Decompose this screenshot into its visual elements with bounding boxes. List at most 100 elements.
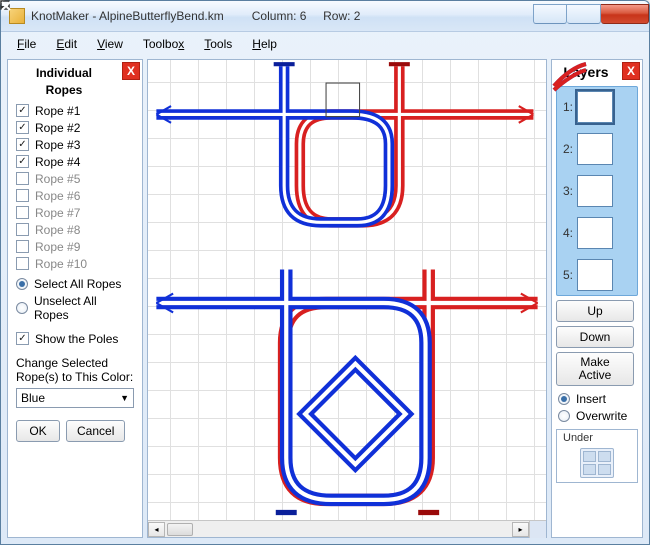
rope-checkbox[interactable]: Rope #10 bbox=[16, 257, 134, 271]
select-all-label: Select All Ropes bbox=[34, 277, 121, 291]
unselect-all-ropes-radio[interactable]: Unselect All Ropes bbox=[16, 294, 134, 322]
rope-label: Rope #3 bbox=[35, 138, 80, 152]
change-color-label: Change SelectedRope(s) to This Color: bbox=[16, 356, 134, 385]
menu-toolbox[interactable]: Toolbox bbox=[135, 35, 192, 53]
layer-row[interactable]: 1: bbox=[561, 91, 633, 123]
layer-thumbnail[interactable] bbox=[577, 175, 613, 207]
layer-row[interactable]: 5: bbox=[561, 259, 633, 291]
maximize-button[interactable] bbox=[567, 4, 601, 24]
scroll-right-button[interactable]: ▸ bbox=[512, 522, 529, 537]
menu-tools[interactable]: Tools bbox=[196, 35, 240, 53]
under-quad-br[interactable] bbox=[598, 464, 611, 475]
ropes-panel-title: IndividualRopes bbox=[8, 60, 120, 100]
checkbox-icon bbox=[16, 138, 29, 151]
radio-dot-icon bbox=[558, 410, 570, 422]
rope-checkbox[interactable]: Rope #9 bbox=[16, 240, 134, 254]
rope-checkbox[interactable]: Rope #4 bbox=[16, 155, 134, 169]
overwrite-radio[interactable]: Overwrite bbox=[558, 409, 636, 423]
rope-label: Rope #6 bbox=[35, 189, 80, 203]
rope-checkbox[interactable]: Rope #8 bbox=[16, 223, 134, 237]
ok-button[interactable]: OK bbox=[16, 420, 60, 442]
checkbox-icon bbox=[16, 257, 29, 270]
layers-panel-close-button[interactable]: X bbox=[622, 62, 640, 80]
rope-label: Rope #5 bbox=[35, 172, 80, 186]
layer-thumbnail[interactable] bbox=[577, 259, 613, 291]
window-title: KnotMaker - AlpineButterflyBend.km bbox=[31, 9, 224, 23]
radio-dot-icon bbox=[16, 302, 28, 314]
layer-row[interactable]: 2: bbox=[561, 133, 633, 165]
layer-thumbnail[interactable] bbox=[577, 133, 613, 165]
radio-dot-icon bbox=[16, 278, 28, 290]
layer-row[interactable]: 4: bbox=[561, 217, 633, 249]
menu-file[interactable]: File bbox=[9, 35, 44, 53]
checkbox-icon bbox=[16, 240, 29, 253]
menu-edit[interactable]: Edit bbox=[48, 35, 85, 53]
drawing-canvas-panel: ◂ ▸ bbox=[147, 59, 547, 538]
unselect-all-label: Unselect All Ropes bbox=[34, 294, 134, 322]
layer-index-label: 5: bbox=[561, 268, 573, 282]
checkbox-icon bbox=[16, 189, 29, 202]
menu-file-label: ile bbox=[24, 37, 36, 51]
select-all-ropes-radio[interactable]: Select All Ropes bbox=[16, 277, 134, 291]
rope-color-dropdown[interactable]: Blue ▼ bbox=[16, 388, 134, 408]
ropes-panel-close-button[interactable]: X bbox=[122, 62, 140, 80]
rope-label: Rope #4 bbox=[35, 155, 80, 169]
app-window: KnotMaker - AlpineButterflyBend.km Colum… bbox=[0, 0, 650, 545]
under-group: Under bbox=[556, 429, 638, 483]
rope-label: Rope #10 bbox=[35, 257, 87, 271]
layer-make-active-button[interactable]: MakeActive bbox=[556, 352, 634, 386]
under-group-label: Under bbox=[561, 432, 595, 444]
checkbox-icon bbox=[16, 172, 29, 185]
layer-index-label: 2: bbox=[561, 142, 573, 156]
layer-index-label: 1: bbox=[561, 100, 573, 114]
rope-checkbox[interactable]: Rope #3 bbox=[16, 138, 134, 152]
rope-label: Rope #1 bbox=[35, 104, 80, 118]
select-all-radio-group: Select All Ropes Unselect All Ropes bbox=[8, 271, 142, 322]
checkbox-icon bbox=[16, 223, 29, 236]
layer-move-up-button[interactable]: Up bbox=[556, 300, 634, 322]
checkbox-icon bbox=[16, 206, 29, 219]
menu-help-label: elp bbox=[261, 37, 277, 51]
menu-view-label: iew bbox=[105, 37, 123, 51]
drawing-canvas[interactable] bbox=[148, 60, 546, 520]
rope-checkbox[interactable]: Rope #2 bbox=[16, 121, 134, 135]
under-quad-tr[interactable] bbox=[598, 451, 611, 462]
menu-view[interactable]: View bbox=[89, 35, 131, 53]
show-poles-checkbox[interactable]: Show the Poles bbox=[16, 332, 134, 346]
rope-checkbox[interactable]: Rope #1 bbox=[16, 104, 134, 118]
cursor-position-status: Column: 6 Row: 2 bbox=[252, 9, 361, 23]
titlebar[interactable]: KnotMaker - AlpineButterflyBend.km Colum… bbox=[1, 1, 649, 31]
layer-thumbnail[interactable] bbox=[577, 91, 613, 123]
overwrite-label: Overwrite bbox=[576, 409, 627, 423]
menu-help[interactable]: Help bbox=[244, 35, 285, 53]
checkbox-icon bbox=[16, 121, 29, 134]
scroll-left-button[interactable]: ◂ bbox=[148, 522, 165, 537]
checkbox-icon bbox=[16, 155, 29, 168]
under-quad-tl[interactable] bbox=[583, 451, 596, 462]
insert-mode-radio-group: Insert Overwrite bbox=[552, 386, 642, 423]
insert-label: Insert bbox=[576, 392, 606, 406]
layer-thumbnail[interactable] bbox=[577, 217, 613, 249]
layer-thumbnail-list: 1: 2: 3: 4: 5: bbox=[556, 86, 638, 296]
minimize-button[interactable] bbox=[533, 4, 567, 24]
menubar: File Edit View Toolbox Tools Help bbox=[1, 31, 649, 55]
cancel-button[interactable]: Cancel bbox=[66, 420, 125, 442]
scroll-thumb[interactable] bbox=[167, 523, 193, 536]
layer-move-down-button[interactable]: Down bbox=[556, 326, 634, 348]
layer-row[interactable]: 3: bbox=[561, 175, 633, 207]
layer-index-label: 3: bbox=[561, 184, 573, 198]
under-quad-selector[interactable] bbox=[580, 448, 614, 478]
rope-checkbox[interactable]: Rope #6 bbox=[16, 189, 134, 203]
rope-label: Rope #2 bbox=[35, 121, 80, 135]
rope-checkbox[interactable]: Rope #5 bbox=[16, 172, 134, 186]
horizontal-scrollbar[interactable]: ◂ ▸ bbox=[148, 520, 546, 537]
rope-checkbox-list: Rope #1 Rope #2 Rope #3 Rope #4 Rope #5 Rope … bbox=[8, 100, 142, 271]
rope-label: Rope #9 bbox=[35, 240, 80, 254]
menu-tools-label: ools bbox=[210, 37, 232, 51]
client-area: IndividualRopes X Rope #1Rope #2Rope #3R… bbox=[1, 55, 649, 544]
under-quad-bl[interactable] bbox=[583, 464, 596, 475]
rope-label: Rope #7 bbox=[35, 206, 80, 220]
insert-radio[interactable]: Insert bbox=[558, 392, 636, 406]
rope-checkbox[interactable]: Rope #7 bbox=[16, 206, 134, 220]
window-close-button[interactable] bbox=[601, 4, 649, 24]
